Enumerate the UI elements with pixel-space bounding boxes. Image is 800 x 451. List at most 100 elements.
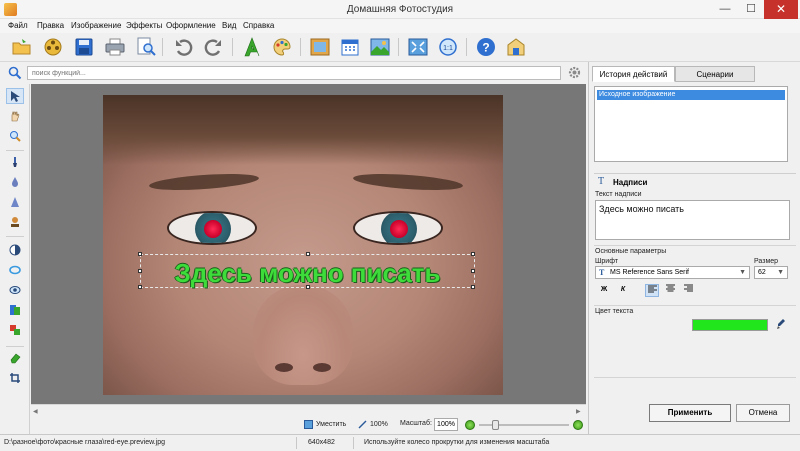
history-list[interactable]: Исходное изображение [594,86,788,162]
align-left-button[interactable] [645,284,659,297]
divider [594,245,796,246]
gear-icon[interactable] [568,66,581,81]
text-label: Текст надписи [595,191,642,198]
home-box-icon[interactable] [504,36,528,58]
menu-design[interactable]: Оформление [166,21,216,30]
fit-screen-icon[interactable] [406,36,430,58]
tab-scenarios[interactable]: Сценарии [675,66,755,82]
section-title: Надписи [613,178,648,187]
chevron-down-icon: ▼ [739,269,746,276]
horizontal-scrollbar[interactable]: ◀ ▶ [31,404,586,416]
scale-input[interactable]: 100% [434,418,458,431]
chevron-down-icon: ▼ [777,269,784,276]
redo-icon[interactable] [201,36,225,58]
right-eye [353,211,443,245]
calendar-icon[interactable] [338,36,362,58]
open-folder-icon[interactable] [10,36,34,58]
undo-icon[interactable] [172,36,196,58]
params-label: Основные параметры [595,248,667,255]
hand-icon[interactable] [6,108,24,124]
menu-bar: Файл Правка Изображение Эффекты Оформлен… [0,19,800,33]
minimize-button[interactable]: — [712,0,738,19]
captions-section-header: T Надписи [594,173,796,187]
menu-view[interactable]: Вид [222,21,236,30]
align-right-button[interactable] [681,284,695,297]
toolbar-separator [300,38,301,56]
function-search-bar [0,62,588,84]
size-select[interactable]: 62 ▼ [754,266,788,279]
canvas-area[interactable]: Здесь можно писать [31,84,586,404]
search-input[interactable] [27,66,561,80]
save-icon[interactable] [72,36,96,58]
scale-label: Масштаб: [400,420,432,427]
bold-button[interactable]: Ж [597,284,611,297]
maximize-button[interactable]: ☐ [738,0,764,19]
caption-text-field[interactable]: Здесь можно писать [595,200,790,240]
frame-icon[interactable] [308,36,332,58]
zoom-icon[interactable] [6,128,24,144]
menu-image[interactable]: Изображение [71,21,121,30]
crop-icon[interactable] [6,370,24,386]
zoom-slider-thumb[interactable] [492,420,499,430]
zoom-out-button[interactable] [465,420,475,430]
color-swap-icon[interactable] [6,322,24,338]
film-reel-icon[interactable] [41,36,65,58]
resize-handle[interactable] [471,252,475,256]
fit-button[interactable]: Уместить [304,420,346,429]
actual-size-button[interactable]: 100% [358,420,388,429]
eye-icon[interactable] [6,282,24,298]
menu-edit[interactable]: Правка [37,21,64,30]
menu-help[interactable]: Справка [243,21,274,30]
history-item[interactable]: Исходное изображение [597,90,785,100]
caption-text[interactable]: Здесь можно писать [141,258,474,289]
divider [594,377,796,378]
eyedropper-icon[interactable] [776,318,786,332]
text-color-swatch[interactable] [692,319,768,331]
file-path: D:\разное\фото\красные глаза\red-eye.pre… [4,439,166,446]
tool-separator [6,346,24,347]
zoom-in-button[interactable] [573,420,583,430]
status-separator [296,437,297,449]
photo-red-eye-face[interactable]: Здесь можно писать [103,95,503,395]
collage-icon[interactable] [368,36,392,58]
right-panel: История действий Сценарии Исходное изобр… [588,62,800,434]
fit-label: Уместить [316,421,347,428]
menu-file[interactable]: Файл [8,21,28,30]
resize-handle[interactable] [138,252,142,256]
text-icon: T [598,176,605,187]
toolbar: 1:1 ? [0,33,800,62]
print-icon[interactable] [103,36,127,58]
menu-effects[interactable]: Эффекты [126,21,162,30]
font-select[interactable]: T MS Reference Sans Serif ▼ [595,266,750,279]
eraser-icon[interactable] [6,350,24,366]
apply-button[interactable]: Применить [649,404,731,422]
nose [253,285,353,385]
align-center-button[interactable] [663,284,677,297]
contrast-icon[interactable] [6,242,24,258]
italic-button[interactable]: К [616,284,630,297]
tool-separator [6,150,24,151]
pointer-icon[interactable] [6,88,24,104]
drop-icon[interactable] [6,174,24,190]
help-icon[interactable]: ? [474,36,498,58]
cancel-button[interactable]: Отмена [736,404,790,422]
fit-icon [304,420,313,429]
stamp-icon[interactable] [6,214,24,230]
cone-icon[interactable] [6,194,24,210]
brush-icon[interactable] [6,154,24,170]
palette-icon[interactable] [270,36,294,58]
actual-size-icon[interactable]: 1:1 [436,36,460,58]
left-eye [167,211,257,245]
scroll-right-icon[interactable]: ▶ [576,408,581,415]
print-preview-icon[interactable] [134,36,158,58]
search-icon [8,66,22,82]
scroll-left-icon[interactable]: ◀ [33,408,38,415]
tool-strip [0,84,30,434]
resize-handle[interactable] [306,252,310,256]
close-button[interactable]: ✕ [764,0,798,19]
tab-history[interactable]: История действий [592,66,675,82]
caption-selection-box[interactable]: Здесь можно писать [138,252,475,289]
lens-icon[interactable] [6,262,24,278]
layers-icon[interactable] [6,302,24,318]
text-tool-icon[interactable] [240,36,264,58]
